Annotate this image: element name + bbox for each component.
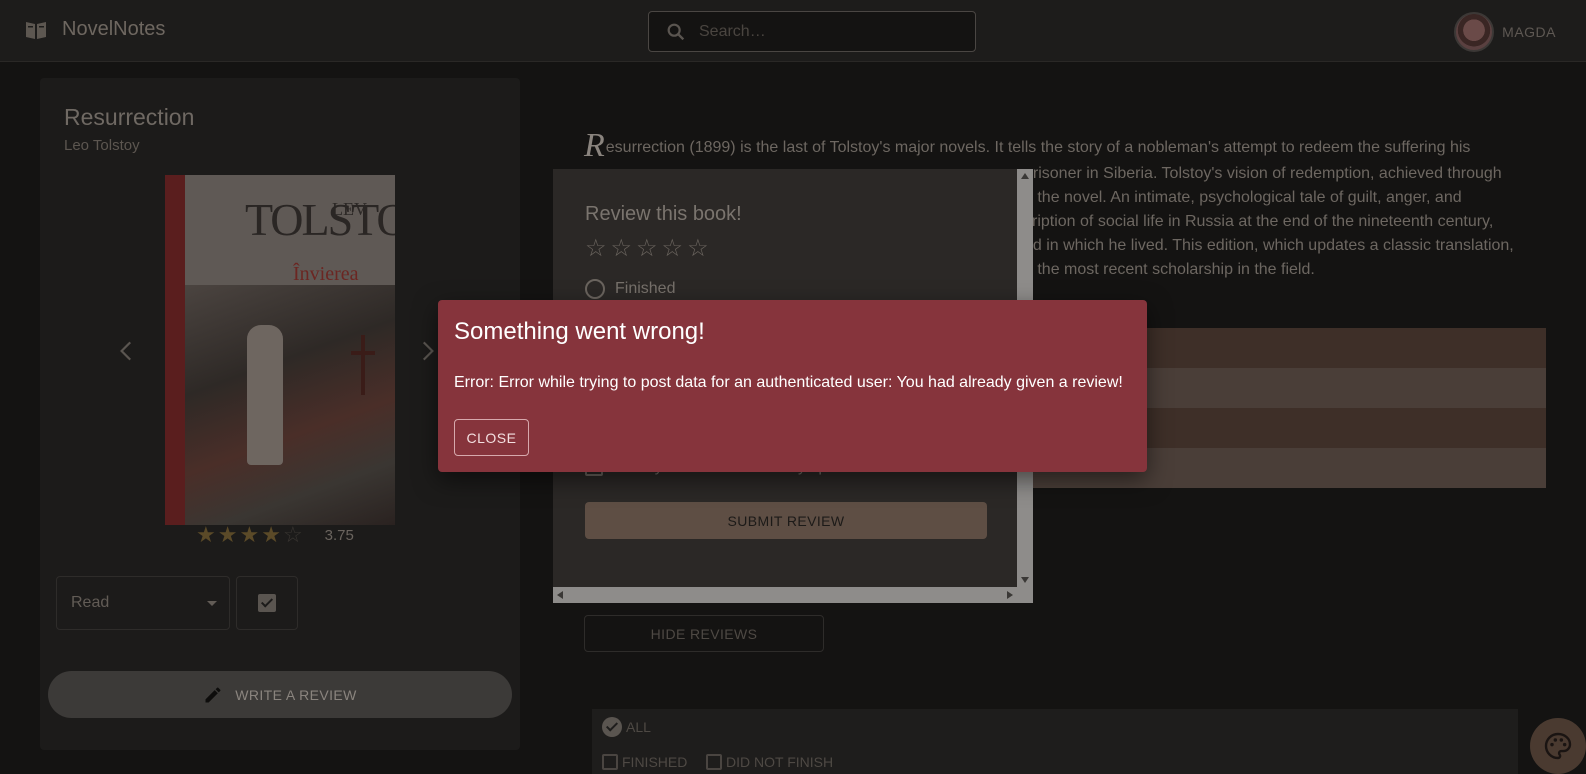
cover-painting [185,285,395,525]
error-dialog: Something went wrong! Error: Error while… [438,300,1147,472]
filter-all-label: ALL [626,719,651,735]
description-line: rld in which he lived. This edition, whi… [1024,237,1514,254]
chevron-right-icon[interactable] [414,338,440,364]
filter-finished[interactable]: FINISHED [602,754,687,770]
shelf-status-select[interactable]: Read [56,576,230,630]
search-placeholder: Search… [699,22,766,40]
checkbox-checked-icon [258,594,276,612]
close-button[interactable]: CLOSE [454,419,529,456]
star-filled-icon: ★ [196,522,216,547]
shelf-status-value: Read [71,594,110,611]
book-author[interactable]: Leo Tolstoy [64,137,140,154]
book-open-icon [26,21,46,39]
theme-palette-button[interactable] [1530,718,1586,774]
dropdown-caret-icon [207,601,217,606]
review-form-title: Review this book! [585,203,742,225]
description-line: Resurrection (1899) is the last of Tolst… [584,129,1544,163]
star-empty-icon[interactable]: ☆ [687,237,709,261]
cover-figure [247,325,283,465]
scroll-up-icon[interactable] [1021,173,1029,179]
star-filled-icon: ★ [261,522,281,547]
radio-icon[interactable] [585,279,605,299]
filter-dnf-label: DID NOT FINISH [726,754,834,770]
scroll-left-icon[interactable] [557,591,563,599]
user-menu[interactable]: MAGDA [1454,12,1556,52]
description-line: cription of social life in Russia at the… [1024,213,1494,230]
description-line: n the most recent scholarship in the fie… [1024,261,1315,278]
star-empty-icon[interactable]: ☆ [585,237,607,261]
book-rating: ★ ★ ★ ★ ☆ 3.75 [196,524,354,546]
star-filled-icon: ★ [217,522,238,547]
rating-value: 3.75 [324,526,354,544]
star-empty-icon[interactable]: ☆ [636,237,658,261]
submit-review-button[interactable]: SUBMIT REVIEW [585,502,987,539]
palette-icon [1544,732,1572,760]
finished-radio[interactable]: Finished [585,279,675,299]
checkbox-icon [706,754,722,770]
star-filled-icon: ★ [239,522,260,547]
star-empty-icon: ☆ [282,522,303,547]
chevron-left-icon[interactable] [114,338,140,364]
error-title: Something went wrong! [454,318,705,345]
hide-reviews-button[interactable]: HIDE REVIEWS [584,615,824,652]
description-text: esurrection (1899) is the last of Tolsto… [605,139,1471,156]
filter-all[interactable]: ALL [602,717,651,737]
rating-input[interactable]: ☆ ☆ ☆ ☆ ☆ [585,237,709,261]
user-name: MAGDA [1502,24,1556,40]
star-empty-icon[interactable]: ☆ [662,237,684,261]
pencil-icon [205,686,221,702]
finished-label: Finished [615,280,676,297]
book-cover-image: LEV TOLSTOI Învierea [165,175,395,525]
description-line: prisoner in Siberia. Tolstoy's vision of… [1024,165,1502,182]
avatar[interactable] [1454,12,1495,52]
app-name: NovelNotes [62,18,166,40]
app-logo[interactable]: NovelNotes [24,18,165,41]
drop-cap: R [584,127,605,164]
scroll-down-icon[interactable] [1021,577,1029,583]
scroll-right-icon[interactable] [1007,591,1013,599]
search-input[interactable]: Search… [648,11,976,52]
write-review-button[interactable]: WRITE A REVIEW [48,671,512,718]
check-circle-icon [602,717,622,737]
filter-finished-label: FINISHED [622,754,688,770]
cover-title: Învierea [293,263,359,285]
cover-cross [361,335,365,395]
top-app-bar: NovelNotes Search… MAGDA [0,0,1586,62]
review-filters: ALL FINISHED DID NOT FINISH [592,709,1518,774]
search-icon [667,23,685,40]
description-line: e the novel. An intimate, psychological … [1024,189,1462,206]
mark-read-button[interactable] [236,576,298,630]
horizontal-scrollbar[interactable] [553,587,1017,603]
star-empty-icon[interactable]: ☆ [611,237,633,261]
scrollbar-corner [1017,587,1033,603]
filter-did-not-finish[interactable]: DID NOT FINISH [706,754,833,770]
cover-spine [165,175,185,525]
cover-cross-bar [351,351,375,355]
error-message: Error: Error while trying to post data f… [454,374,1123,391]
write-review-label: WRITE A REVIEW [235,686,357,703]
checkbox-icon [602,754,618,770]
cover-author-last: TOLSTOI [245,194,395,245]
book-title: Resurrection [64,104,195,130]
